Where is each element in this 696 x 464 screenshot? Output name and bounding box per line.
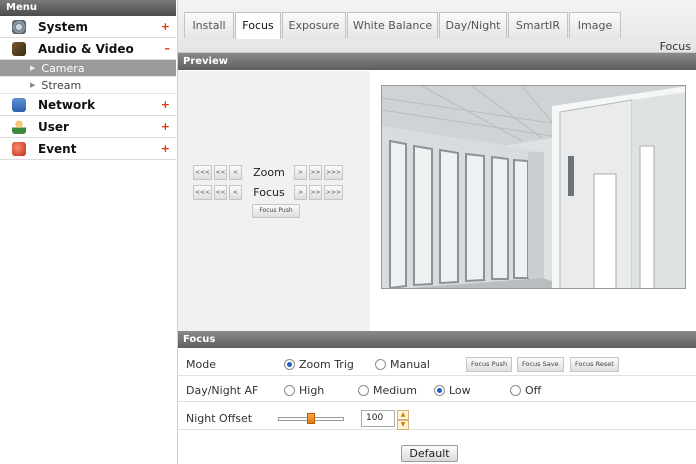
- mode-label: Mode: [186, 358, 216, 371]
- radio-label: Off: [525, 384, 542, 397]
- zoom-slow-out-button[interactable]: <: [229, 165, 242, 180]
- sidebar: Menu System + Audio & Video – ▶ Camera ▶…: [0, 0, 176, 464]
- sidebar-item-label: Event: [38, 141, 77, 156]
- sidebar-item-label: Audio & Video: [38, 41, 134, 56]
- zoom-slow-in-button[interactable]: >: [294, 165, 307, 180]
- radio-dot: [510, 385, 521, 396]
- tab-focus[interactable]: Focus: [235, 12, 281, 39]
- focus-slow-far-button[interactable]: >: [294, 185, 307, 200]
- preview-focus-push-button[interactable]: Focus Push: [252, 204, 300, 218]
- radio-dot: [375, 359, 386, 370]
- focus-controls: <<< << < Focus > >> >>>: [193, 185, 345, 200]
- ptz-control-pane: <<< << < Zoom > >> >>> <<< << < Focus > …: [178, 71, 370, 331]
- mode-row: Mode Zoom Trig Manual Focus Push Focus S…: [178, 353, 696, 376]
- radio-label: Zoom Trig: [299, 358, 354, 371]
- af-high-radio[interactable]: High: [284, 384, 324, 397]
- zoom-fast-in-button[interactable]: >>>: [324, 165, 343, 180]
- tab-install[interactable]: Install: [184, 12, 234, 38]
- focus-mid-near-button[interactable]: <<: [214, 185, 227, 200]
- night-offset-label: Night Offset: [186, 412, 253, 425]
- camera-scene: [382, 86, 685, 288]
- af-low-radio[interactable]: Low: [434, 384, 471, 397]
- focus-fast-near-button[interactable]: <<<: [193, 185, 212, 200]
- expand-icon[interactable]: +: [161, 98, 170, 111]
- sidebar-item-audio-video[interactable]: Audio & Video –: [0, 38, 176, 60]
- focus-mid-far-button[interactable]: >>: [309, 185, 322, 200]
- sidebar-subitem-stream[interactable]: ▶ Stream: [0, 77, 176, 94]
- camera-icon: [12, 41, 26, 56]
- radio-dot: [284, 385, 295, 396]
- gear-icon: [12, 19, 26, 34]
- focus-save-button[interactable]: Focus Save: [517, 357, 564, 372]
- zoom-mid-out-button[interactable]: <<: [214, 165, 227, 180]
- user-icon: [12, 119, 26, 134]
- sidebar-subitem-camera[interactable]: ▶ Camera: [0, 60, 176, 77]
- expand-icon[interactable]: +: [161, 142, 170, 155]
- app-window: Menu System + Audio & Video – ▶ Camera ▶…: [0, 0, 696, 464]
- af-off-radio[interactable]: Off: [510, 384, 541, 397]
- tab-image[interactable]: Image: [569, 12, 621, 38]
- sidebar-item-user[interactable]: User +: [0, 116, 176, 138]
- chevron-right-icon: ▶: [30, 64, 36, 72]
- zoom-fast-out-button[interactable]: <<<: [193, 165, 212, 180]
- focus-push-button[interactable]: Focus Push: [466, 357, 513, 372]
- sidebar-subitem-label: Camera: [41, 61, 85, 75]
- sidebar-item-event[interactable]: Event +: [0, 138, 176, 160]
- collapse-icon[interactable]: –: [165, 42, 171, 55]
- default-button[interactable]: Default: [401, 445, 458, 462]
- camera-preview-image: [381, 85, 686, 289]
- event-icon: [12, 141, 26, 156]
- focus-slow-near-button[interactable]: <: [229, 185, 242, 200]
- focus-reset-button[interactable]: Focus Reset: [570, 357, 619, 372]
- radio-label: Medium: [373, 384, 417, 397]
- sidebar-subitem-label: Stream: [41, 78, 82, 92]
- day-night-af-row: Day/Night AF High Medium Low Off: [178, 379, 696, 402]
- chevron-up-icon[interactable]: ▲: [397, 410, 409, 420]
- radio-label: Low: [449, 384, 471, 397]
- sidebar-item-label: Network: [38, 97, 96, 112]
- expand-icon[interactable]: +: [161, 20, 170, 33]
- chevron-down-icon[interactable]: ▼: [397, 420, 409, 430]
- radio-dot: [434, 385, 445, 396]
- sidebar-item-label: System: [38, 19, 88, 34]
- tab-bar: Install Focus Exposure White Balance Day…: [178, 0, 696, 53]
- expand-icon[interactable]: +: [161, 120, 170, 133]
- tab-white-balance[interactable]: White Balance: [347, 12, 438, 38]
- radio-dot: [358, 385, 369, 396]
- mode-zoom-trig-radio[interactable]: Zoom Trig: [284, 358, 354, 371]
- night-offset-stepper[interactable]: ▲ ▼: [397, 410, 409, 430]
- zoom-mid-in-button[interactable]: >>: [309, 165, 322, 180]
- menu-header: Menu: [0, 0, 176, 16]
- af-medium-radio[interactable]: Medium: [358, 384, 417, 397]
- sidebar-item-system[interactable]: System +: [0, 16, 176, 38]
- network-icon: [12, 97, 26, 112]
- tab-exposure[interactable]: Exposure: [282, 12, 346, 38]
- chevron-right-icon: ▶: [30, 81, 36, 89]
- page-title: Focus: [659, 40, 691, 53]
- radio-label: High: [299, 384, 325, 397]
- zoom-label: Zoom: [253, 166, 285, 179]
- focus-label: Focus: [253, 186, 285, 199]
- tab-smartir[interactable]: SmartIR: [508, 12, 568, 38]
- day-night-af-label: Day/Night AF: [186, 384, 259, 397]
- focus-settings-panel: Mode Zoom Trig Manual Focus Push Focus S…: [178, 349, 696, 464]
- mode-manual-radio[interactable]: Manual: [375, 358, 430, 371]
- night-offset-slider-thumb[interactable]: [307, 413, 315, 424]
- main-content: Install Focus Exposure White Balance Day…: [177, 0, 696, 464]
- tab-day-night[interactable]: Day/Night: [439, 12, 507, 38]
- sidebar-item-label: User: [38, 119, 69, 134]
- focus-section-header: Focus: [178, 331, 696, 348]
- preview-panel: <<< << < Zoom > >> >>> <<< << < Focus > …: [178, 71, 696, 331]
- focus-fast-far-button[interactable]: >>>: [324, 185, 343, 200]
- preview-section-header: Preview: [178, 53, 696, 70]
- radio-dot: [284, 359, 295, 370]
- sidebar-item-network[interactable]: Network +: [0, 94, 176, 116]
- zoom-controls: <<< << < Zoom > >> >>>: [193, 165, 345, 180]
- radio-label: Manual: [390, 358, 430, 371]
- night-offset-row: Night Offset 100 ▲ ▼: [178, 407, 696, 430]
- night-offset-input[interactable]: 100: [361, 410, 395, 427]
